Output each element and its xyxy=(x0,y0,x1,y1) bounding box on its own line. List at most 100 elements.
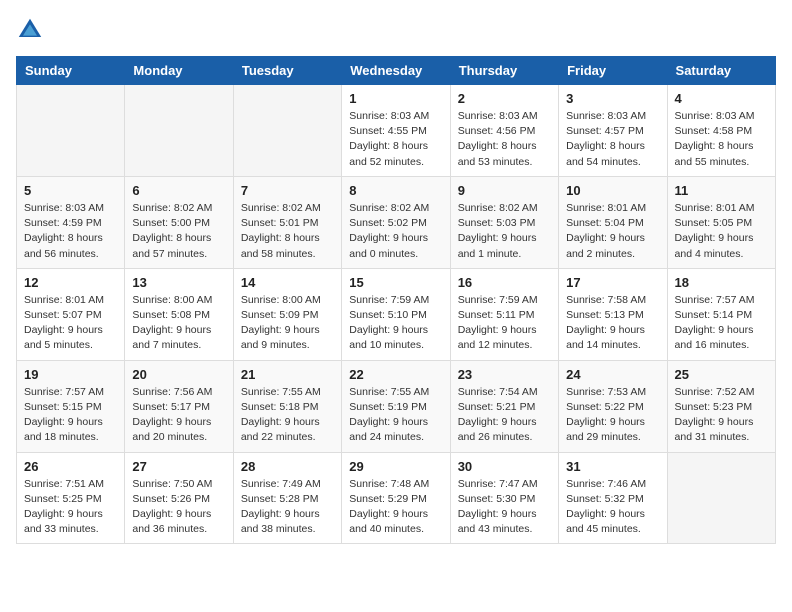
calendar-day-cell: 7 Sunrise: 8:02 AM Sunset: 5:01 PM Daylig… xyxy=(233,176,341,268)
calendar-day-cell: 13 Sunrise: 8:00 AM Sunset: 5:08 PM Dayli… xyxy=(125,268,233,360)
day-info: Sunrise: 8:00 AM Sunset: 5:08 PM Dayligh… xyxy=(132,293,225,354)
day-number: 1 xyxy=(349,91,442,106)
calendar-day-cell xyxy=(667,452,775,544)
calendar-day-cell: 21Sunrise: 7:55 AM Sunset: 5:18 PM Dayli… xyxy=(233,360,341,452)
calendar-week-row: 1 Sunrise: 8:03 AM Sunset: 4:55 PM Daylig… xyxy=(17,85,776,177)
day-number: 5 xyxy=(24,183,117,198)
calendar-day-cell: 17 Sunrise: 7:58 AM Sunset: 5:13 PM Dayli… xyxy=(559,268,667,360)
calendar-day-cell: 12 Sunrise: 8:01 AM Sunset: 5:07 PM Dayli… xyxy=(17,268,125,360)
day-info: Sunrise: 7:57 AM Sunset: 5:14 PM Dayligh… xyxy=(675,293,768,354)
day-info: Sunrise: 7:51 AM Sunset: 5:25 PM Dayligh… xyxy=(24,477,117,538)
day-info: Sunrise: 8:02 AM Sunset: 5:01 PM Dayligh… xyxy=(241,201,334,262)
calendar-header-row: SundayMondayTuesdayWednesdayThursdayFrid… xyxy=(17,57,776,85)
day-number: 31 xyxy=(566,459,659,474)
day-info: Sunrise: 8:03 AM Sunset: 4:55 PM Dayligh… xyxy=(349,109,442,170)
calendar-day-cell: 18 Sunrise: 7:57 AM Sunset: 5:14 PM Dayli… xyxy=(667,268,775,360)
day-number: 30 xyxy=(458,459,551,474)
day-info: Sunrise: 7:49 AM Sunset: 5:28 PM Dayligh… xyxy=(241,477,334,538)
day-info: Sunrise: 8:03 AM Sunset: 4:58 PM Dayligh… xyxy=(675,109,768,170)
calendar-day-cell: 25 Sunrise: 7:52 AM Sunset: 5:23 PM Dayli… xyxy=(667,360,775,452)
day-info: Sunrise: 7:59 AM Sunset: 5:11 PM Dayligh… xyxy=(458,293,551,354)
day-number: 28 xyxy=(241,459,334,474)
calendar-day-cell: 14 Sunrise: 8:00 AM Sunset: 5:09 PM Dayli… xyxy=(233,268,341,360)
calendar-day-cell: 20 Sunrise: 7:56 AM Sunset: 5:17 PM Dayli… xyxy=(125,360,233,452)
day-number: 24 xyxy=(566,367,659,382)
day-of-week-header: Wednesday xyxy=(342,57,450,85)
calendar-day-cell: 16 Sunrise: 7:59 AM Sunset: 5:11 PM Dayli… xyxy=(450,268,558,360)
calendar-week-row: 26Sunrise: 7:51 AM Sunset: 5:25 PM Dayli… xyxy=(17,452,776,544)
day-info: Sunrise: 7:53 AM Sunset: 5:22 PM Dayligh… xyxy=(566,385,659,446)
day-number: 10 xyxy=(566,183,659,198)
day-number: 20 xyxy=(132,367,225,382)
day-info: Sunrise: 7:55 AM Sunset: 5:19 PM Dayligh… xyxy=(349,385,442,446)
day-info: Sunrise: 7:54 AM Sunset: 5:21 PM Dayligh… xyxy=(458,385,551,446)
day-number: 9 xyxy=(458,183,551,198)
logo xyxy=(16,16,48,44)
day-number: 12 xyxy=(24,275,117,290)
day-of-week-header: Sunday xyxy=(17,57,125,85)
day-number: 22 xyxy=(349,367,442,382)
calendar-week-row: 19 Sunrise: 7:57 AM Sunset: 5:15 PM Dayli… xyxy=(17,360,776,452)
calendar-day-cell: 28 Sunrise: 7:49 AM Sunset: 5:28 PM Dayli… xyxy=(233,452,341,544)
day-of-week-header: Tuesday xyxy=(233,57,341,85)
day-info: Sunrise: 8:02 AM Sunset: 5:03 PM Dayligh… xyxy=(458,201,551,262)
day-number: 4 xyxy=(675,91,768,106)
day-number: 19 xyxy=(24,367,117,382)
day-number: 18 xyxy=(675,275,768,290)
calendar-day-cell: 15Sunrise: 7:59 AM Sunset: 5:10 PM Dayli… xyxy=(342,268,450,360)
calendar-day-cell: 4 Sunrise: 8:03 AM Sunset: 4:58 PM Daylig… xyxy=(667,85,775,177)
day-number: 11 xyxy=(675,183,768,198)
calendar-day-cell: 31Sunrise: 7:46 AM Sunset: 5:32 PM Dayli… xyxy=(559,452,667,544)
calendar-day-cell xyxy=(233,85,341,177)
calendar-day-cell: 23 Sunrise: 7:54 AM Sunset: 5:21 PM Dayli… xyxy=(450,360,558,452)
day-info: Sunrise: 7:56 AM Sunset: 5:17 PM Dayligh… xyxy=(132,385,225,446)
day-info: Sunrise: 8:01 AM Sunset: 5:07 PM Dayligh… xyxy=(24,293,117,354)
day-number: 23 xyxy=(458,367,551,382)
day-info: Sunrise: 8:00 AM Sunset: 5:09 PM Dayligh… xyxy=(241,293,334,354)
day-number: 17 xyxy=(566,275,659,290)
day-number: 16 xyxy=(458,275,551,290)
calendar-day-cell: 3 Sunrise: 8:03 AM Sunset: 4:57 PM Daylig… xyxy=(559,85,667,177)
day-number: 3 xyxy=(566,91,659,106)
day-info: Sunrise: 8:01 AM Sunset: 5:04 PM Dayligh… xyxy=(566,201,659,262)
day-of-week-header: Saturday xyxy=(667,57,775,85)
day-number: 29 xyxy=(349,459,442,474)
day-info: Sunrise: 7:50 AM Sunset: 5:26 PM Dayligh… xyxy=(132,477,225,538)
calendar-day-cell: 22 Sunrise: 7:55 AM Sunset: 5:19 PM Dayli… xyxy=(342,360,450,452)
day-of-week-header: Monday xyxy=(125,57,233,85)
calendar-day-cell: 29 Sunrise: 7:48 AM Sunset: 5:29 PM Dayli… xyxy=(342,452,450,544)
page-header xyxy=(16,16,776,44)
day-info: Sunrise: 8:02 AM Sunset: 5:02 PM Dayligh… xyxy=(349,201,442,262)
calendar-day-cell: 8 Sunrise: 8:02 AM Sunset: 5:02 PM Daylig… xyxy=(342,176,450,268)
day-number: 14 xyxy=(241,275,334,290)
day-info: Sunrise: 7:55 AM Sunset: 5:18 PM Dayligh… xyxy=(241,385,334,446)
calendar-day-cell: 2 Sunrise: 8:03 AM Sunset: 4:56 PM Daylig… xyxy=(450,85,558,177)
calendar-day-cell: 11 Sunrise: 8:01 AM Sunset: 5:05 PM Dayli… xyxy=(667,176,775,268)
day-info: Sunrise: 8:03 AM Sunset: 4:57 PM Dayligh… xyxy=(566,109,659,170)
calendar-day-cell: 9 Sunrise: 8:02 AM Sunset: 5:03 PM Daylig… xyxy=(450,176,558,268)
day-number: 2 xyxy=(458,91,551,106)
calendar-day-cell: 19 Sunrise: 7:57 AM Sunset: 5:15 PM Dayli… xyxy=(17,360,125,452)
day-number: 7 xyxy=(241,183,334,198)
day-info: Sunrise: 7:58 AM Sunset: 5:13 PM Dayligh… xyxy=(566,293,659,354)
day-info: Sunrise: 7:52 AM Sunset: 5:23 PM Dayligh… xyxy=(675,385,768,446)
logo-icon xyxy=(16,16,44,44)
calendar-table: SundayMondayTuesdayWednesdayThursdayFrid… xyxy=(16,56,776,544)
day-of-week-header: Thursday xyxy=(450,57,558,85)
calendar-day-cell: 24 Sunrise: 7:53 AM Sunset: 5:22 PM Dayli… xyxy=(559,360,667,452)
day-number: 27 xyxy=(132,459,225,474)
calendar-day-cell: 10 Sunrise: 8:01 AM Sunset: 5:04 PM Dayli… xyxy=(559,176,667,268)
day-info: Sunrise: 7:47 AM Sunset: 5:30 PM Dayligh… xyxy=(458,477,551,538)
day-number: 13 xyxy=(132,275,225,290)
day-info: Sunrise: 8:03 AM Sunset: 4:56 PM Dayligh… xyxy=(458,109,551,170)
day-number: 8 xyxy=(349,183,442,198)
day-info: Sunrise: 7:59 AM Sunset: 5:10 PM Dayligh… xyxy=(349,293,442,354)
day-info: Sunrise: 8:01 AM Sunset: 5:05 PM Dayligh… xyxy=(675,201,768,262)
day-info: Sunrise: 8:02 AM Sunset: 5:00 PM Dayligh… xyxy=(132,201,225,262)
calendar-day-cell xyxy=(125,85,233,177)
calendar-day-cell: 27 Sunrise: 7:50 AM Sunset: 5:26 PM Dayli… xyxy=(125,452,233,544)
day-of-week-header: Friday xyxy=(559,57,667,85)
day-number: 25 xyxy=(675,367,768,382)
day-info: Sunrise: 7:57 AM Sunset: 5:15 PM Dayligh… xyxy=(24,385,117,446)
day-info: Sunrise: 7:48 AM Sunset: 5:29 PM Dayligh… xyxy=(349,477,442,538)
